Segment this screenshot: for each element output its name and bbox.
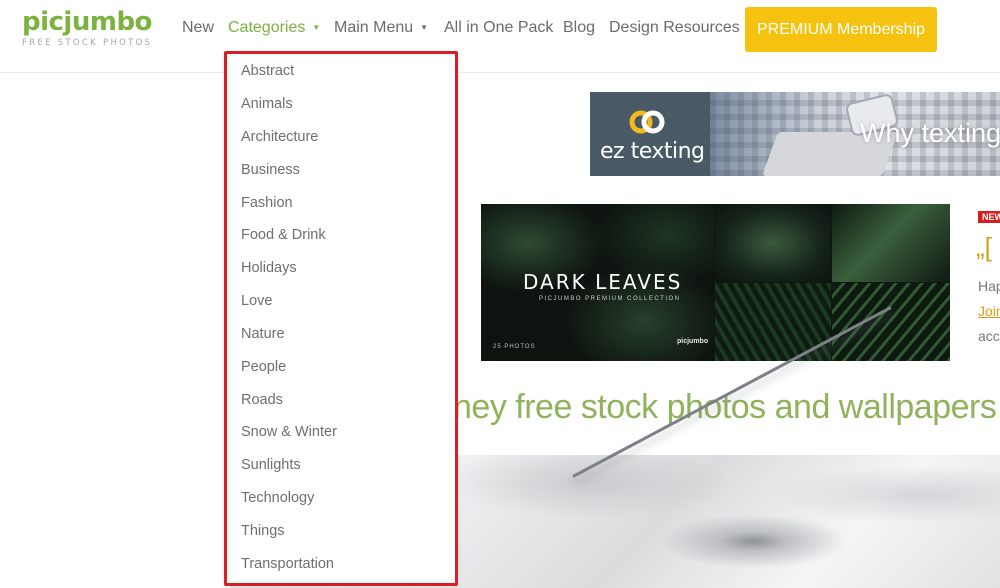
category-holidays[interactable]: Holidays bbox=[241, 260, 297, 276]
category-snow-winter[interactable]: Snow & Winter bbox=[241, 424, 337, 440]
side-card-text: acc bbox=[978, 328, 1000, 344]
site-header: picjumbo FREE STOCK PHOTOS New Categorie… bbox=[0, 0, 1000, 73]
category-love[interactable]: Love bbox=[241, 293, 272, 309]
side-card: NEW „[ Hap Join acc bbox=[976, 208, 1000, 368]
ad-logo-icon bbox=[629, 110, 665, 134]
hero-image[interactable] bbox=[453, 306, 1000, 588]
new-badge: NEW bbox=[978, 211, 1000, 223]
category-technology[interactable]: Technology bbox=[241, 490, 314, 506]
promo-watermark: picjumbo bbox=[677, 338, 709, 345]
category-abstract[interactable]: Abstract bbox=[241, 63, 294, 79]
category-roads[interactable]: Roads bbox=[241, 392, 283, 408]
side-card-quote: „[ bbox=[976, 232, 992, 262]
nav-item-design-resources[interactable]: Design Resources bbox=[609, 19, 740, 37]
ad-headline: Why texting bbox=[860, 118, 1000, 148]
category-things[interactable]: Things bbox=[241, 523, 285, 539]
category-animals[interactable]: Animals bbox=[241, 96, 293, 112]
site-logo[interactable]: picjumbo FREE STOCK PHOTOS bbox=[22, 6, 152, 48]
logo-tagline: FREE STOCK PHOTOS bbox=[22, 38, 153, 48]
promo-photo-count: 25 PHOTOS bbox=[493, 344, 536, 350]
ad-brand-name: ez texting bbox=[600, 139, 705, 164]
nav-item-categories[interactable]: Categories ▼ bbox=[228, 19, 320, 37]
nav-item-all-in-one-pack[interactable]: All in One Pack bbox=[444, 19, 553, 37]
leaf-photo-tile bbox=[715, 204, 831, 282]
category-business[interactable]: Business bbox=[241, 162, 300, 178]
side-card-text: Hap bbox=[978, 278, 1000, 294]
category-transportation[interactable]: Transportation bbox=[241, 556, 334, 572]
category-sunlights[interactable]: Sunlights bbox=[241, 457, 301, 473]
ad-banner[interactable]: ez texting Why texting bbox=[590, 92, 1000, 176]
nav-item-new[interactable]: New bbox=[182, 19, 214, 37]
promo-subtitle: PICJUMBO PREMIUM COLLECTION bbox=[539, 296, 681, 302]
leaf-photo-tile bbox=[832, 204, 950, 282]
logo-name[interactable]: picjumbo bbox=[22, 6, 152, 38]
category-food-drink[interactable]: Food & Drink bbox=[241, 227, 326, 243]
leaf-photo-tile bbox=[832, 283, 950, 361]
ad-brand-block: ez texting bbox=[590, 92, 710, 176]
premium-membership-button[interactable]: PREMIUM Membership bbox=[745, 7, 937, 52]
nav-item-categories-label[interactable]: Categories bbox=[228, 19, 305, 36]
category-architecture[interactable]: Architecture bbox=[241, 129, 318, 145]
category-fashion[interactable]: Fashion bbox=[241, 195, 293, 211]
side-card-link[interactable]: Join bbox=[978, 303, 1000, 319]
category-nature[interactable]: Nature bbox=[241, 326, 285, 342]
categories-dropdown: Abstract Animals Architecture Business F… bbox=[224, 51, 458, 586]
caret-down-icon[interactable]: ▼ bbox=[420, 23, 428, 32]
nav-item-main-menu-label[interactable]: Main Menu bbox=[334, 19, 413, 36]
nav-item-blog[interactable]: Blog bbox=[563, 19, 595, 37]
category-people[interactable]: People bbox=[241, 359, 286, 375]
nav-item-main-menu[interactable]: Main Menu ▼ bbox=[334, 19, 428, 37]
caret-down-icon[interactable]: ▼ bbox=[312, 23, 320, 32]
promo-title: DARK LEAVES bbox=[523, 270, 683, 294]
dark-leaves-promo[interactable]: DARK LEAVES PICJUMBO PREMIUM COLLECTION … bbox=[481, 204, 950, 361]
